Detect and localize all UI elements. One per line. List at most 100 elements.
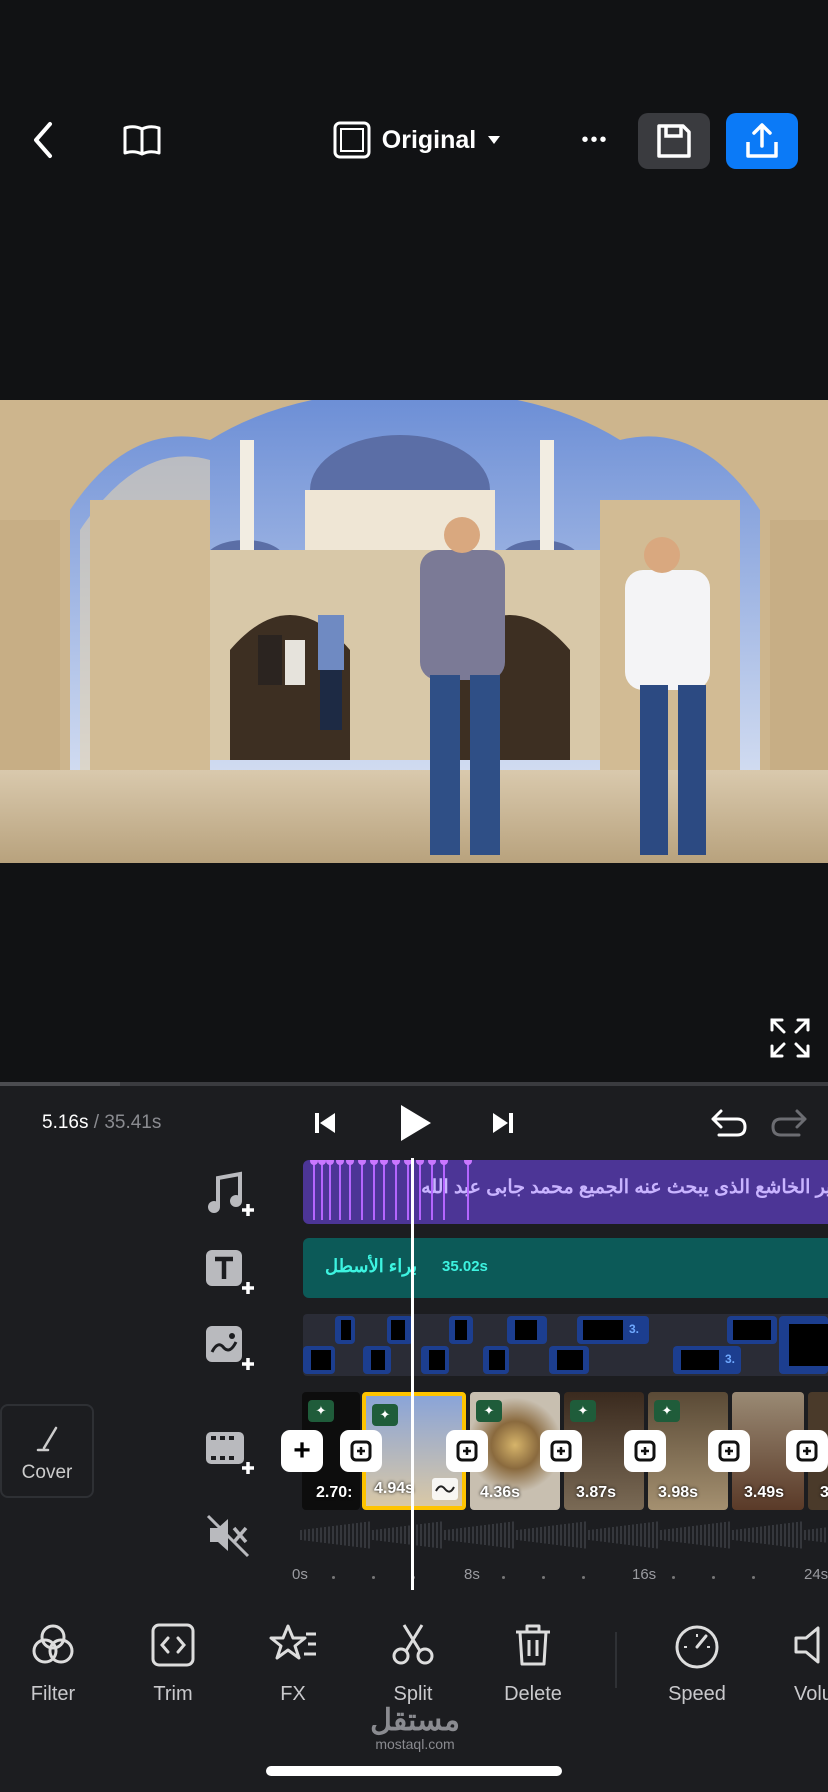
overlay-clip[interactable]: 3. [673,1346,741,1374]
edit-toolbar: Filter Trim FX Split Delete Speed Volu [0,1600,828,1710]
overlay-clip[interactable] [483,1346,509,1374]
overlay-clip[interactable] [507,1316,547,1344]
transition-icon [634,1440,656,1462]
original-audio-waveform[interactable] [300,1518,828,1552]
more-icon: ••• [581,128,609,151]
save-button[interactable] [638,113,710,169]
filter-icon [32,1624,74,1664]
mute-toggle[interactable] [204,1510,256,1560]
cover-button[interactable]: Cover [0,1404,94,1498]
overlay-clip[interactable] [335,1316,355,1344]
transition-button[interactable] [540,1430,582,1472]
clip-duration: 4.94s [374,1480,415,1497]
export-icon [746,123,778,158]
skip-back-button[interactable] [302,1100,348,1146]
time-ruler: 0s 8s 16s 24s [290,1566,828,1590]
back-button[interactable] [22,115,66,165]
export-button[interactable] [726,113,798,169]
skip-back-icon [315,1113,335,1133]
speed-label: Speed [668,1683,726,1705]
add-clip-track-button[interactable] [204,1428,256,1478]
overlay-clip[interactable] [779,1316,828,1374]
overlay-clip[interactable] [449,1316,473,1344]
overlay-add-icon [206,1326,254,1370]
delete-label: Delete [504,1683,562,1705]
play-button[interactable] [390,1100,440,1146]
beat-marker [416,1160,424,1220]
fullscreen-button[interactable] [768,1016,812,1060]
speed-tool[interactable]: Speed [647,1620,747,1706]
clip-duration: 4.36s [480,1484,521,1501]
beat-marker [440,1160,448,1220]
scissors-icon [392,1624,434,1665]
clip-duration: 2.70: [316,1484,353,1501]
speaker-muted-icon [206,1514,250,1558]
volume-tool[interactable]: Volu [770,1620,828,1706]
aspect-ratio-icon [333,121,371,159]
add-clip-button[interactable]: + [281,1430,323,1472]
transition-button[interactable] [340,1430,382,1472]
video-preview[interactable] [0,400,828,863]
plus-icon: + [293,1434,311,1467]
toolbar-divider [615,1632,617,1688]
skip-forward-button[interactable] [480,1100,526,1146]
overlay-clip[interactable]: 3. [577,1316,649,1344]
filter-label: Filter [30,1683,76,1705]
caret-down-icon [488,136,501,144]
music-track-title: بهير الخاشع الذى يبحث عنه الجميع محمد جا… [421,1177,828,1198]
text-track-label: براء الأسطل [325,1256,418,1276]
undo-icon [711,1109,747,1137]
redo-button[interactable] [766,1100,812,1146]
trim-tool[interactable]: Trim [123,1620,223,1706]
overlay-clip[interactable] [727,1316,777,1344]
overlay-clip[interactable] [549,1346,589,1374]
cover-label: Cover [21,1462,73,1483]
clip-duration: 3.49s [744,1484,785,1501]
more-button[interactable]: ••• [572,115,618,165]
film-add-icon [206,1432,254,1474]
watermark-latin: mostaql.com [375,1736,455,1752]
fx-tool[interactable]: FX [243,1620,343,1706]
ruler-tick-label: 8s [464,1566,480,1583]
ruler-tick-label: 16s [632,1566,657,1583]
add-text-button[interactable] [204,1248,256,1298]
overlay-clip[interactable] [363,1346,391,1374]
transition-button[interactable] [446,1430,488,1472]
guide-button[interactable] [118,115,166,165]
undo-button[interactable] [706,1100,752,1146]
overlay-clip-badge: 3. [629,1322,640,1336]
playhead[interactable] [411,1158,414,1590]
filter-tool[interactable]: Filter [3,1620,103,1706]
effect-badge-icon: ✦ [654,1400,680,1422]
add-music-button[interactable] [204,1170,256,1220]
overlay-track[interactable]: 3. 3. [303,1314,828,1376]
delete-tool[interactable]: Delete [483,1620,583,1706]
effect-badge-icon: ✦ [570,1400,596,1422]
watermark-arabic: مستقل [370,1704,460,1737]
transition-button[interactable] [624,1430,666,1472]
music-track[interactable]: بهير الخاشع الذى يبحث عنه الجميع محمد جا… [303,1160,828,1224]
home-indicator[interactable] [266,1766,562,1776]
clip-duration: 3 [820,1484,828,1501]
split-tool[interactable]: Split [363,1620,463,1706]
effect-badge-icon: ✦ [308,1400,334,1422]
ruler-tick-label: 0s [292,1566,308,1583]
time-separator: / [88,1112,105,1133]
beat-marker [336,1160,344,1220]
beat-marker [428,1160,436,1220]
transition-button[interactable] [708,1430,750,1472]
overlay-clip[interactable] [421,1346,449,1374]
playback-progress[interactable] [0,1082,828,1086]
star-fx-icon [269,1624,316,1660]
playback-progress-fill [0,1082,120,1086]
overlay-clip[interactable] [387,1316,413,1344]
transition-icon [796,1440,818,1462]
text-track[interactable]: براء الأسطل 35.02s [303,1238,828,1298]
transition-button[interactable] [786,1430,828,1472]
trim-icon [151,1623,195,1667]
aspect-ratio-dropdown[interactable]: Original [322,115,512,165]
overlay-clip[interactable] [303,1346,335,1374]
volume-icon [794,1626,820,1664]
add-overlay-button[interactable] [204,1324,256,1374]
text-track-duration: 35.02s [442,1258,488,1275]
